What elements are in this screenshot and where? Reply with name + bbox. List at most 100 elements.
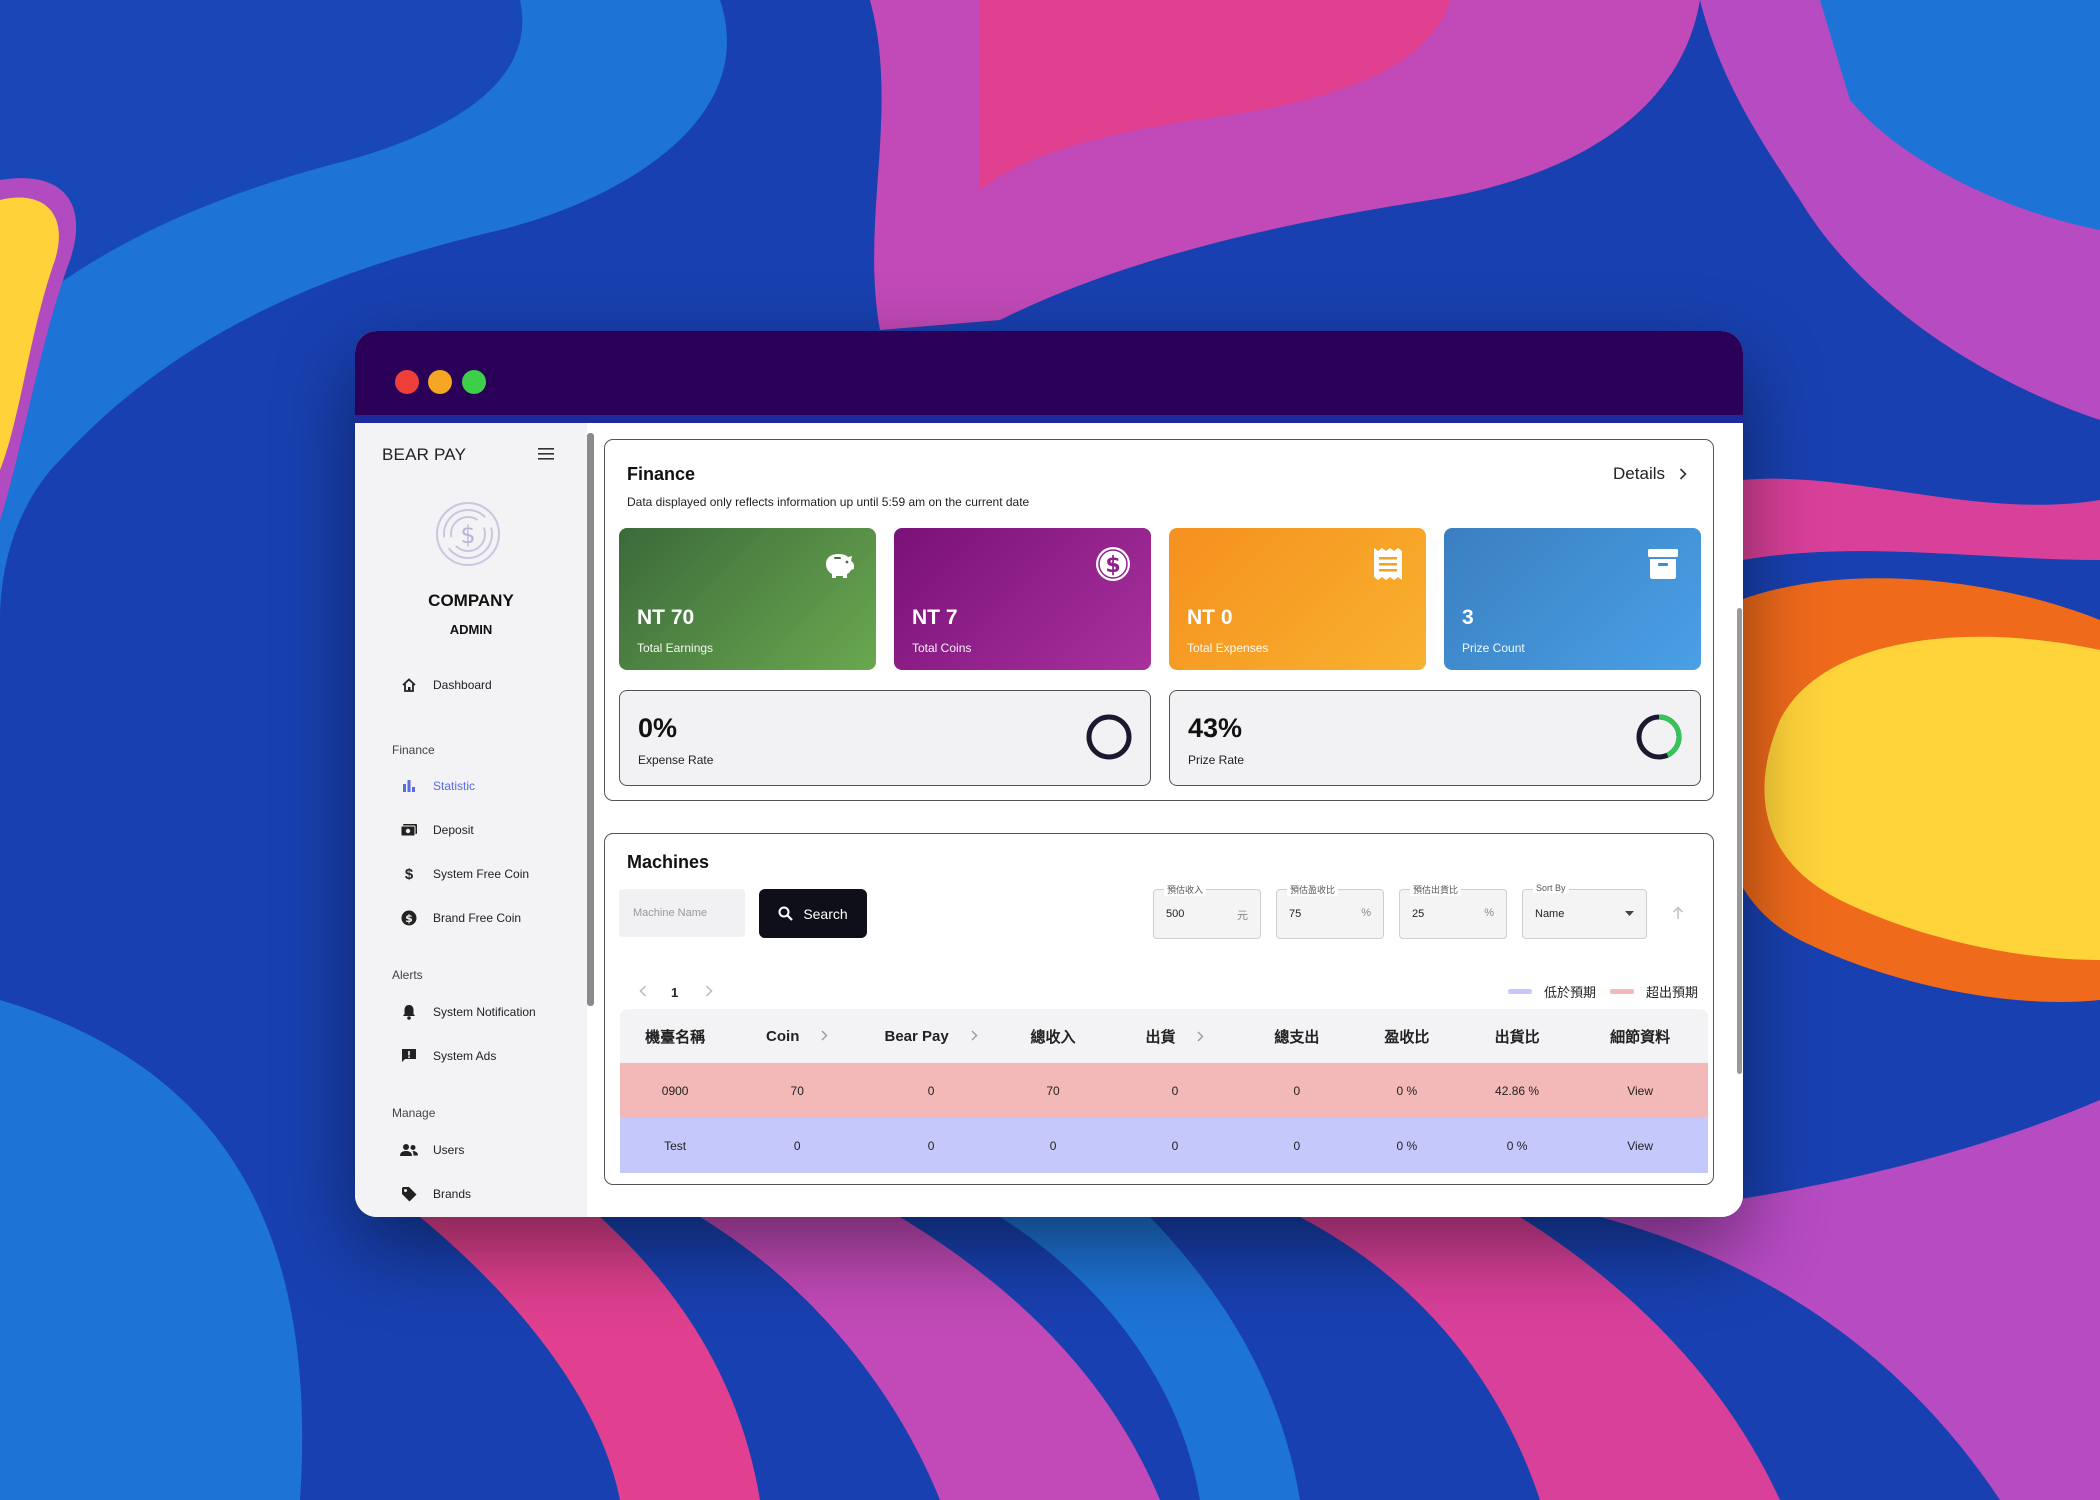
nav-system-ads-label: System Ads [433, 1049, 497, 1063]
column-profit-ratio: 盈收比 [1351, 1009, 1462, 1063]
pagination-current-page[interactable]: 1 [671, 985, 678, 1000]
legend-low-label: 低於預期 [1543, 985, 1596, 1000]
table-cell: 0 [1293, 1138, 1301, 1153]
main-scrollbar[interactable] [1737, 608, 1742, 1074]
nav-system-notification-label: System Notification [433, 1005, 536, 1019]
nav-system-free-coin[interactable]: $ System Free Coin [400, 862, 529, 886]
dollar-circle-icon: $ [400, 909, 418, 927]
sort-chevron-icon [1197, 1031, 1204, 1041]
view-details-link[interactable]: View [1572, 1118, 1708, 1173]
prize-rate-ring [1636, 714, 1682, 760]
app-window: BEAR PAY $ COMPANY ADMIN Dashboard Finan… [355, 331, 1743, 1217]
nav-brand-free-coin[interactable]: $ Brand Free Coin [400, 906, 521, 930]
sort-by-select[interactable]: Sort By Name [1522, 883, 1647, 939]
table-cell: 70 [1046, 1083, 1060, 1098]
legend-low-swatch [1507, 989, 1532, 994]
title-bar [355, 331, 1743, 423]
table-row: Test 0 0 0 0 0 0 % 0 % View [620, 1118, 1708, 1173]
kpi-total-expenses-label: Total Expenses [1187, 641, 1269, 655]
nav-system-ads[interactable]: System Ads [400, 1044, 496, 1068]
kpi-total-earnings-value: NT 70 [637, 606, 695, 629]
tag-icon [400, 1185, 418, 1203]
nav-deposit[interactable]: Deposit [400, 818, 474, 842]
column-bear-pay-label: Bear Pay [884, 1027, 949, 1045]
estimated-profit-ratio-field[interactable]: 預估盈收比 75 % [1276, 883, 1384, 939]
table-cell: 0 % [1506, 1138, 1528, 1153]
pagination-prev-icon[interactable] [639, 985, 647, 997]
nav-system-free-coin-label: System Free Coin [433, 867, 530, 881]
svg-text:$: $ [460, 521, 475, 549]
prize-rate-card: 43% Prize Rate [1169, 690, 1701, 786]
kpi-total-earnings: NT 70 Total Earnings [619, 528, 876, 670]
pagination-next-icon[interactable] [705, 985, 713, 997]
column-coin-label: Coin [766, 1027, 800, 1045]
search-icon [778, 906, 794, 921]
title-bar-stripe [355, 415, 1743, 423]
table-cell: 0900 [661, 1083, 689, 1098]
table-cell: 0 % [1396, 1138, 1418, 1153]
prize-rate-value: 43% [1188, 713, 1243, 743]
nav-users-label: Users [433, 1143, 465, 1157]
expense-rate-card: 0% Expense Rate [619, 690, 1151, 786]
estimated-income-value: 500 [1166, 908, 1185, 920]
hamburger-menu-icon[interactable] [538, 447, 554, 461]
money-icon [400, 821, 418, 839]
caret-down-icon [1625, 911, 1634, 916]
nav-brands[interactable]: Brands [400, 1182, 471, 1206]
nav-statistic[interactable]: Statistic [400, 774, 475, 798]
estimated-profit-ratio-legend: 預估盈收比 [1287, 883, 1339, 896]
machine-name-placeholder: Machine Name [633, 907, 707, 919]
nav-dashboard[interactable]: Dashboard [400, 673, 492, 697]
machines-table: 機臺名稱 Coin Bear Pay 總收入 出貨 總支出 盈收比 出貨比 細節… [620, 1009, 1708, 1173]
home-icon [400, 676, 418, 694]
table-cell: 42.86 % [1495, 1083, 1540, 1098]
table-header-row: 機臺名稱 Coin Bear Pay 總收入 出貨 總支出 盈收比 出貨比 細節… [620, 1009, 1708, 1063]
sidebar-scrollbar[interactable] [587, 433, 594, 1006]
company-logo-icon: $ [436, 502, 500, 566]
column-shipment[interactable]: 出貨 [1108, 1009, 1242, 1063]
column-details: 細節資料 [1572, 1009, 1708, 1063]
kpi-total-expenses-value: NT 0 [1187, 606, 1233, 629]
machine-name-input[interactable]: Machine Name [619, 889, 745, 937]
search-button[interactable]: Search [759, 889, 867, 938]
minimize-window-button[interactable] [428, 370, 452, 394]
column-bear-pay[interactable]: Bear Pay [864, 1009, 999, 1063]
table-cell: 0 [1171, 1083, 1179, 1098]
chevron-right-icon [1679, 468, 1687, 480]
expense-rate-value: 0% [638, 713, 678, 743]
nav-statistic-label: Statistic [433, 779, 476, 793]
nav-users[interactable]: Users [400, 1138, 464, 1162]
sort-ascending-icon[interactable] [1672, 906, 1684, 920]
archive-box-icon [1648, 549, 1678, 579]
status-legend: 低於預期 超出預期 [1507, 982, 1698, 1001]
view-details-link[interactable]: View [1572, 1063, 1708, 1118]
table-cell: 0 [927, 1138, 935, 1153]
bell-icon [400, 1003, 418, 1021]
kpi-total-coins: $ NT 7 Total Coins [894, 528, 1151, 670]
estimated-income-field[interactable]: 預估收入 500 元 [1153, 883, 1261, 939]
svg-text:$: $ [1105, 553, 1120, 578]
nav-dashboard-label: Dashboard [433, 678, 492, 692]
column-total-income: 總收入 [998, 1009, 1109, 1063]
details-label: Details [1613, 464, 1665, 483]
column-shipment-label: 出貨 [1145, 1028, 1176, 1046]
main-content: Finance Data displayed only reflects inf… [594, 423, 1743, 1217]
nav-system-notification[interactable]: System Notification [400, 1000, 536, 1024]
nav-section-manage: Manage [392, 1106, 436, 1120]
feedback-icon [400, 1047, 418, 1065]
nav-brands-label: Brands [433, 1187, 472, 1201]
nav-deposit-label: Deposit [433, 823, 474, 837]
kpi-total-earnings-label: Total Earnings [637, 641, 714, 655]
close-window-button[interactable] [395, 370, 419, 394]
estimated-income-legend: 預估收入 [1164, 883, 1207, 896]
estimated-shipment-ratio-field[interactable]: 預估出貨比 25 % [1399, 883, 1507, 939]
maximize-window-button[interactable] [462, 370, 486, 394]
kpi-prize-count: 3 Prize Count [1444, 528, 1701, 670]
column-total-expense: 總支出 [1241, 1009, 1352, 1063]
bar-chart-icon [400, 777, 418, 795]
details-link[interactable]: Details [1613, 464, 1687, 484]
kpi-prize-count-value: 3 [1462, 606, 1474, 629]
table-cell: Test [664, 1138, 687, 1153]
machines-panel: Machines Machine Name Search 預估收入 500 元 … [604, 833, 1714, 1185]
column-coin[interactable]: Coin [730, 1009, 865, 1063]
